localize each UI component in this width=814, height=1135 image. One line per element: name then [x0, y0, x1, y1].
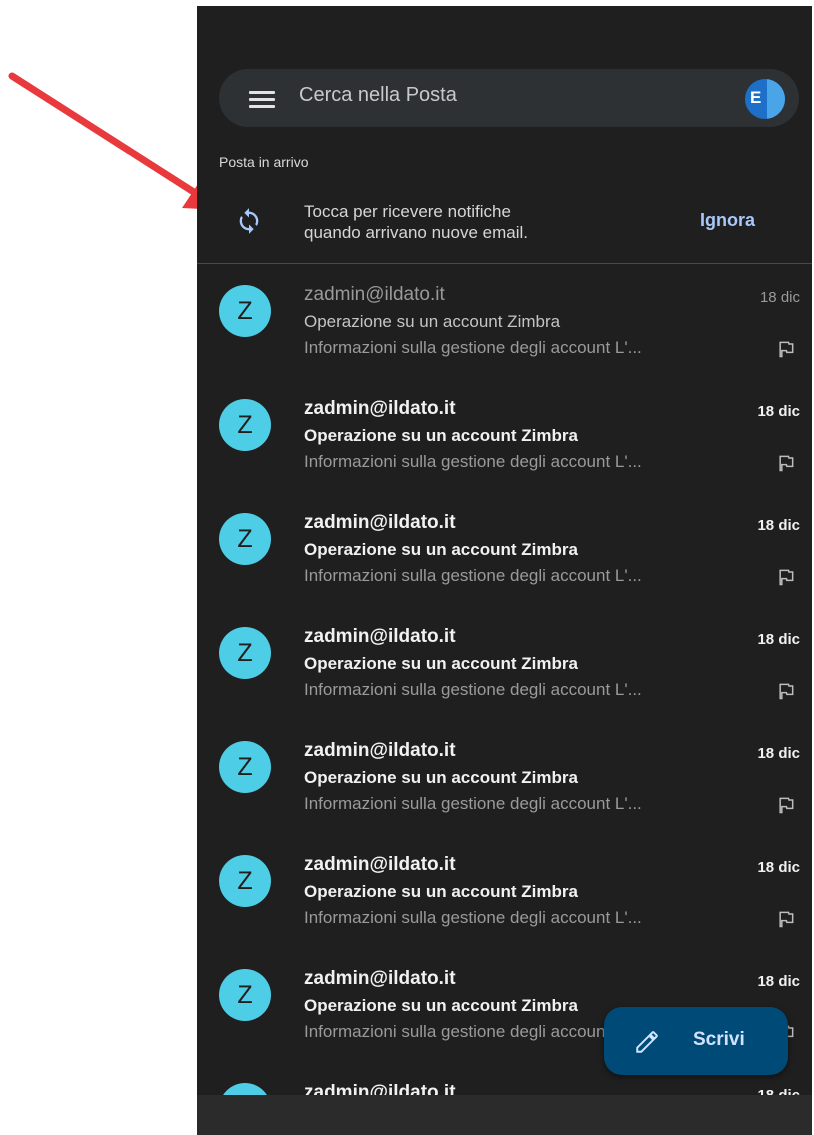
email-row[interactable]: Z zadmin@ildato.it 18 dic Operazione su …	[197, 841, 812, 955]
email-snippet: Informazioni sulla gestione degli accoun…	[304, 566, 642, 585]
account-avatar-graphic	[767, 79, 785, 119]
email-subject: Operazione su un account Zimbra	[304, 996, 578, 1015]
sender-avatar[interactable]: Z	[219, 399, 271, 451]
email-sender: zadmin@ildato.it	[304, 284, 445, 305]
email-date: 18 dic	[757, 859, 800, 876]
email-subject: Operazione su un account Zimbra	[304, 540, 578, 559]
search-input[interactable]: Cerca nella Posta	[299, 84, 457, 107]
sender-avatar[interactable]: Z	[219, 513, 271, 565]
email-row[interactable]: Z zadmin@ildato.it 18 dic Operazione su …	[197, 727, 812, 841]
menu-icon[interactable]	[249, 91, 275, 108]
email-sender: zadmin@ildato.it	[304, 740, 456, 761]
compose-label: Scrivi	[693, 1029, 745, 1050]
dismiss-button[interactable]: Ignora	[700, 210, 755, 231]
email-sender: zadmin@ildato.it	[304, 968, 456, 989]
email-date: 18 dic	[759, 289, 800, 306]
email-sender: zadmin@ildato.it	[304, 854, 456, 875]
email-row[interactable]: Z zadmin@ildato.it 18 dic Operazione su …	[197, 499, 812, 613]
email-date: 18 dic	[757, 517, 800, 534]
flag-icon[interactable]	[776, 909, 796, 929]
notification-line-2: quando arrivano nuove email.	[304, 223, 528, 242]
email-sender: zadmin@ildato.it	[304, 398, 456, 419]
flag-icon[interactable]	[776, 681, 796, 701]
sender-avatar[interactable]: Z	[219, 741, 271, 793]
email-row[interactable]: Z zadmin@ildato.it 18 dic Operazione su …	[197, 385, 812, 499]
notification-line-1: Tocca per ricevere notifiche	[304, 202, 511, 221]
flag-icon[interactable]	[776, 567, 796, 587]
sender-avatar[interactable]: Z	[219, 627, 271, 679]
sender-avatar[interactable]: Z	[219, 285, 271, 337]
email-date: 18 dic	[757, 745, 800, 762]
account-initial: E	[750, 88, 762, 107]
account-avatar[interactable]: E	[745, 79, 785, 119]
flag-icon[interactable]	[776, 339, 796, 359]
email-snippet: Informazioni sulla gestione degli accoun…	[304, 1022, 642, 1041]
pencil-icon	[636, 1031, 658, 1053]
email-sender: zadmin@ildato.it	[304, 512, 456, 533]
search-bar[interactable]: Cerca nella Posta E	[219, 69, 799, 127]
email-snippet: Informazioni sulla gestione degli accoun…	[304, 908, 642, 927]
email-date: 18 dic	[757, 403, 800, 420]
email-subject: Operazione su un account Zimbra	[304, 312, 561, 331]
email-date: 18 dic	[757, 973, 800, 990]
notification-banner[interactable]: Tocca per ricevere notifiche quando arri…	[197, 191, 812, 263]
divider	[197, 263, 812, 264]
section-title: Posta in arrivo	[219, 154, 309, 170]
email-date: 18 dic	[757, 631, 800, 648]
notification-text: Tocca per ricevere notifiche quando arri…	[304, 201, 624, 243]
email-subject: Operazione su un account Zimbra	[304, 882, 578, 901]
email-subject: Operazione su un account Zimbra	[304, 768, 578, 787]
email-snippet: Informazioni sulla gestione degli accoun…	[304, 680, 642, 699]
email-snippet: Informazioni sulla gestione degli accoun…	[304, 338, 642, 357]
email-snippet: Informazioni sulla gestione degli accoun…	[304, 452, 642, 471]
gmail-screen: Cerca nella Posta E Posta in arrivo Tocc…	[197, 6, 812, 1135]
email-list: Z zadmin@ildato.it 18 dic Operazione su …	[197, 271, 812, 1135]
email-subject: Operazione su un account Zimbra	[304, 426, 578, 445]
email-row[interactable]: Z zadmin@ildato.it 18 dic Operazione su …	[197, 271, 812, 385]
email-snippet: Informazioni sulla gestione degli accoun…	[304, 794, 642, 813]
compose-button[interactable]: Scrivi	[604, 1007, 788, 1075]
flag-icon[interactable]	[776, 453, 796, 473]
sync-icon	[239, 208, 259, 234]
sender-avatar[interactable]: Z	[219, 969, 271, 1021]
bottom-navigation-bar	[197, 1095, 812, 1135]
email-row[interactable]: Z zadmin@ildato.it 18 dic Operazione su …	[197, 613, 812, 727]
email-sender: zadmin@ildato.it	[304, 626, 456, 647]
email-subject: Operazione su un account Zimbra	[304, 654, 578, 673]
flag-icon[interactable]	[776, 795, 796, 815]
sender-avatar[interactable]: Z	[219, 855, 271, 907]
